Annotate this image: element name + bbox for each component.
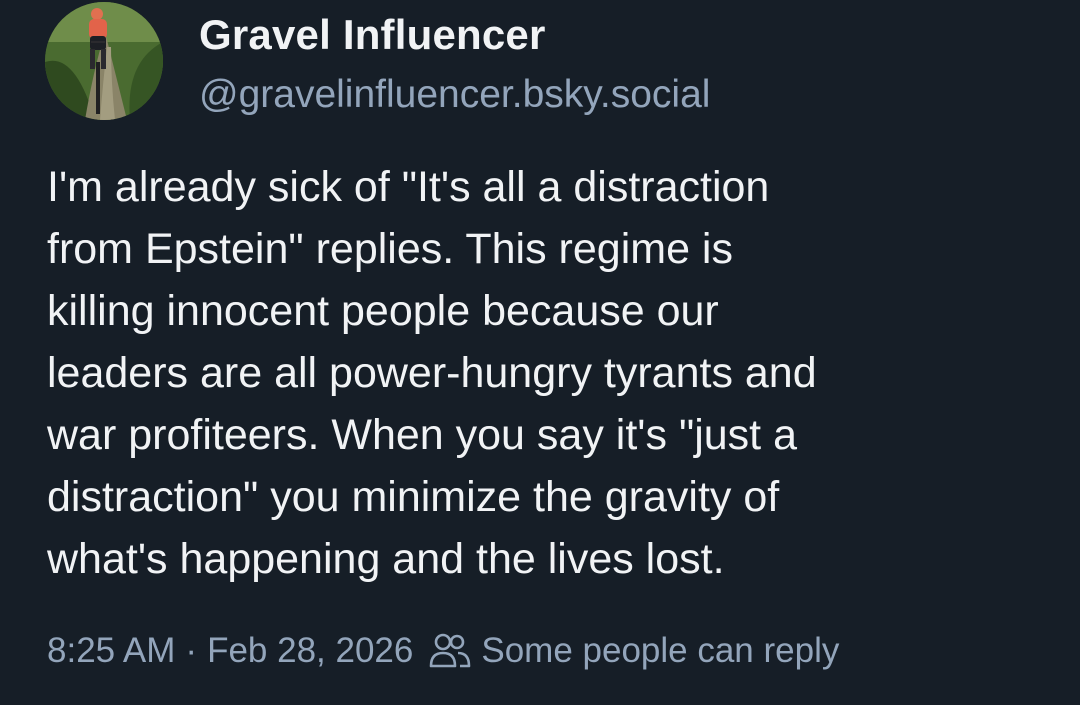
cyclist-avatar-image	[45, 2, 163, 120]
people-icon	[429, 631, 471, 671]
post-text-line: war profiteers. When you say it's "just …	[47, 411, 797, 459]
post-text-line: I'm already sick of "It's all a distract…	[47, 163, 770, 211]
post: Gravel Influencer @gravelinfluencer.bsky…	[0, 0, 1080, 705]
author-handle[interactable]: @gravelinfluencer.bsky.social	[199, 73, 710, 117]
post-text: I'm already sick of "It's all a distract…	[47, 156, 1037, 590]
post-text-line: what's happening and the lives lost.	[47, 535, 725, 583]
post-time: 8:25 AM	[47, 631, 176, 670]
reply-setting-label[interactable]: Some people can reply	[481, 631, 839, 671]
post-text-line: from Epstein" replies. This regime is	[47, 225, 733, 273]
avatar[interactable]	[45, 2, 163, 120]
post-text-line: distraction" you minimize the gravity of	[47, 473, 780, 521]
author-display-name[interactable]: Gravel Influencer	[199, 11, 546, 59]
post-text-line: leaders are all power-hungry tyrants and	[47, 349, 817, 397]
meta-separator: ·	[185, 631, 198, 670]
post-date: Feb 28, 2026	[207, 631, 414, 670]
post-meta: 8:25 AM · Feb 28, 2026 Some people can r…	[47, 627, 839, 675]
post-text-line: killing innocent people because our	[47, 287, 719, 335]
